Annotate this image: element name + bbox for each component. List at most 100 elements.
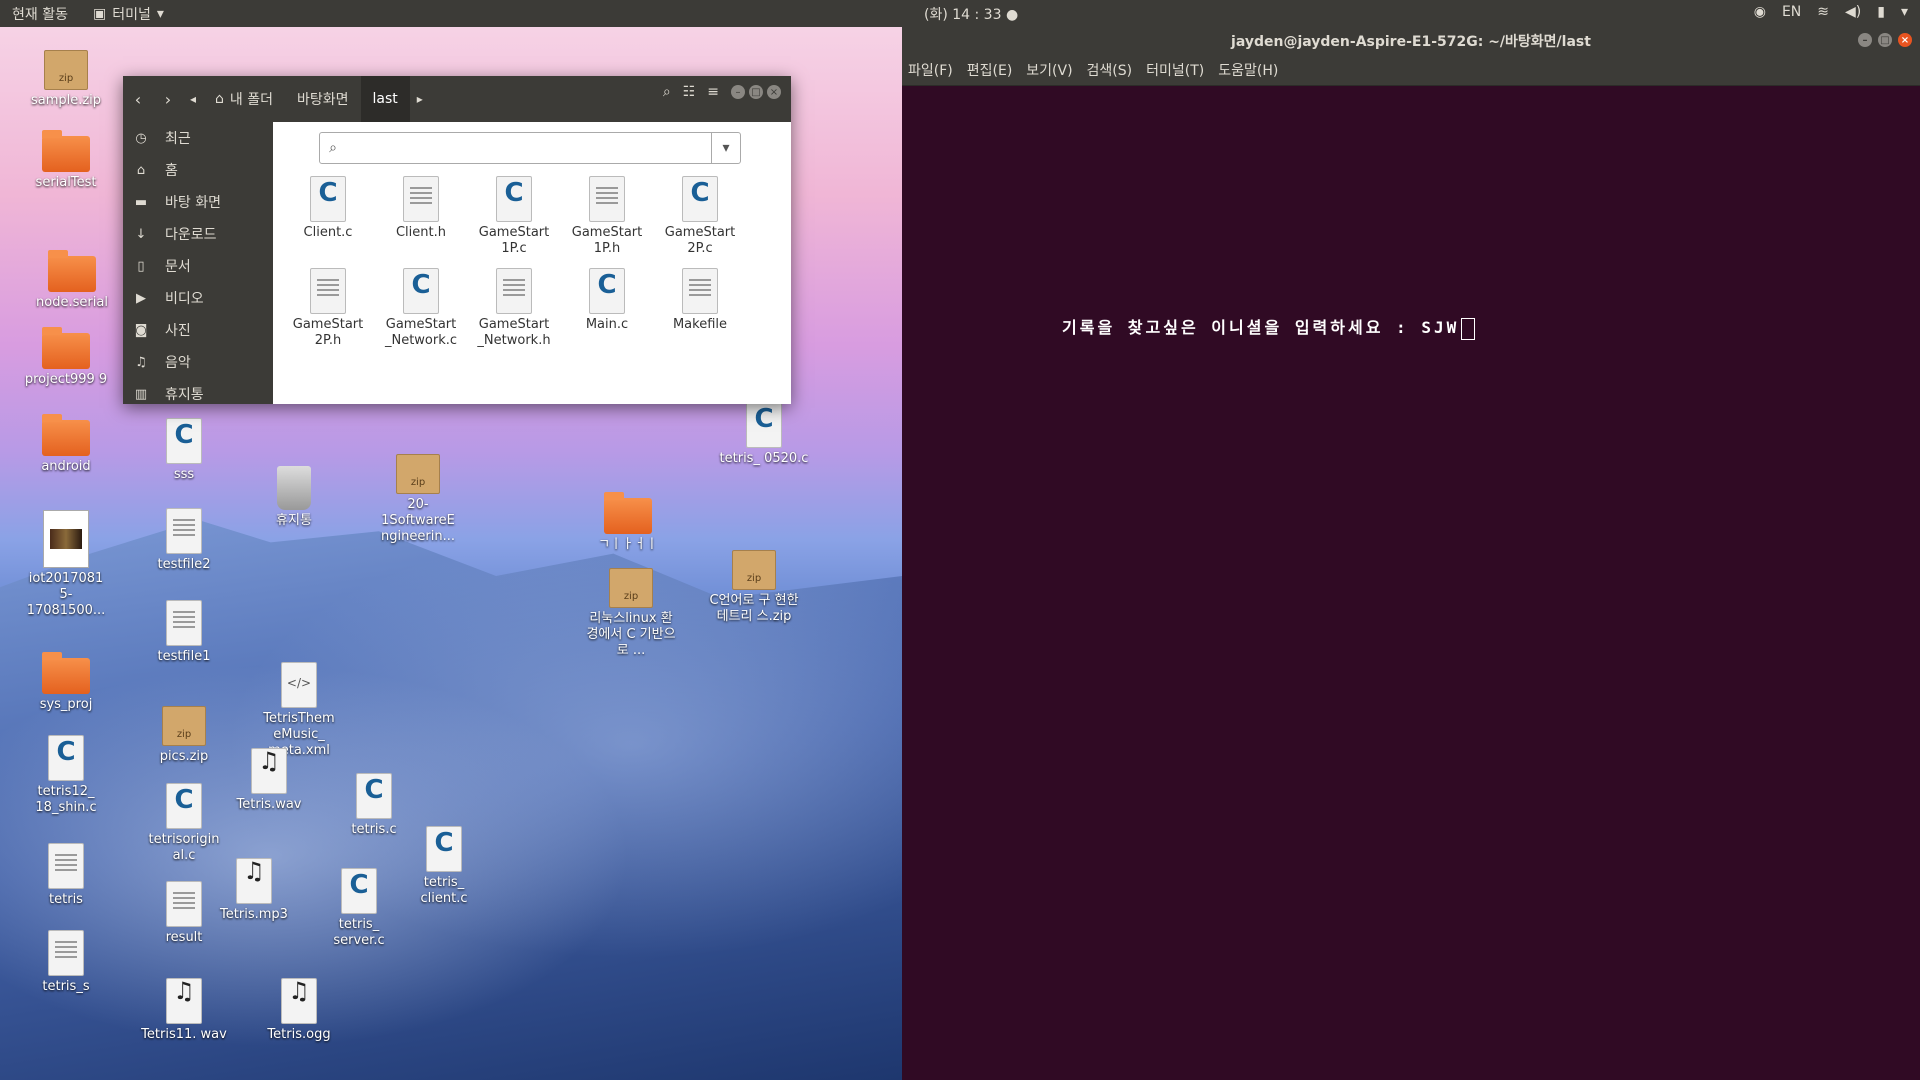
file-item-label: GameStart _Network.h (477, 317, 551, 348)
desktop-icon[interactable]: sample.zip (21, 42, 111, 109)
sidebar-item-desktop[interactable]: ▬ 바탕 화면 (123, 186, 273, 218)
desktop-icon[interactable]: android (21, 412, 111, 475)
sidebar-item-downloads[interactable]: ↓ 다운로드 (123, 218, 273, 250)
desktop-icon[interactable]: TetrisThem eMusic_ meta.xml (254, 662, 344, 759)
menu-help[interactable]: 도움말(H) (1218, 60, 1278, 80)
maximize-button[interactable]: □ (1878, 33, 1892, 47)
desktop-icon[interactable]: C언어로 구 현한 테트리 스.zip (709, 542, 799, 625)
file-item[interactable]: Client.h (376, 176, 466, 241)
file-item-label: Client.h (395, 225, 446, 240)
desktop-icon[interactable]: Tetris.wav (224, 748, 314, 813)
c-file-icon (682, 176, 718, 222)
desktop-icon[interactable]: 리눅스linux 환경에서 C 기반으로 ... (586, 560, 676, 659)
audio-icon (281, 978, 317, 1024)
view-toggle-icon[interactable]: ☷ (683, 84, 696, 100)
file-item[interactable]: GameStart _Network.c (376, 268, 466, 349)
desktop-icon[interactable]: 휴지통 (249, 466, 339, 529)
folder-icon (48, 250, 96, 292)
file-item[interactable]: GameStart 1P.h (562, 176, 652, 257)
desktop-icon[interactable]: tetris_ 0520.c (719, 402, 809, 467)
menu-search[interactable]: 검색(S) (1087, 60, 1133, 80)
minimize-button[interactable]: – (731, 85, 745, 99)
desktop-icon[interactable]: 20- 1SoftwareE ngineerin... (373, 446, 463, 545)
desktop-icon[interactable]: tetris_ server.c (314, 868, 404, 949)
path-left-arrow[interactable]: ◂ (183, 84, 203, 114)
desktop-icon[interactable]: tetris_s (21, 930, 111, 995)
file-item[interactable]: Makefile (655, 268, 745, 333)
sidebar-item-recent[interactable]: ◷ 최근 (123, 122, 273, 154)
file-item[interactable]: Main.c (562, 268, 652, 333)
desktop-icon-label: tetris_s (42, 979, 90, 994)
search-icon[interactable]: ⌕ (663, 84, 671, 100)
maximize-button[interactable]: □ (749, 85, 763, 99)
desktop-icon[interactable]: tetris12_ 18_shin.c (21, 735, 111, 816)
sidebar-label: 최근 (165, 131, 191, 147)
chevron-down-icon[interactable]: ▾ (1901, 4, 1908, 20)
breadcrumb-last[interactable]: last (360, 76, 410, 122)
desktop-icon[interactable]: project999 9 (21, 325, 111, 388)
desktop-icon[interactable]: tetris_ client.c (399, 826, 489, 907)
desktop-icon[interactable]: node.serial (27, 248, 117, 311)
desktop-icon[interactable]: Tetris.ogg (254, 978, 344, 1043)
music-icon: ♫ (135, 354, 147, 370)
desktop-icon-label: 20- 1SoftwareE ngineerin... (381, 497, 455, 544)
home-icon: ⌂ (215, 91, 224, 107)
close-button[interactable]: × (1898, 33, 1912, 47)
desktop-icon[interactable]: Tetris11. wav (139, 978, 229, 1043)
desktop-icon-label: iot2017081 5- 17081500... (26, 571, 106, 618)
close-button[interactable]: × (767, 85, 781, 99)
file-item[interactable]: GameStart 2P.h (283, 268, 373, 349)
menu-view[interactable]: 보기(V) (1026, 60, 1072, 80)
file-item[interactable]: GameStart 1P.c (469, 176, 559, 257)
wifi-icon[interactable]: ≋ (1817, 4, 1829, 20)
file-item[interactable]: Client.c (283, 176, 373, 241)
desktop-icon[interactable]: serialTest (21, 128, 111, 191)
desktop-icon[interactable]: tetris (21, 843, 111, 908)
file-item[interactable]: GameStart 2P.c (655, 176, 745, 257)
language-indicator[interactable]: EN (1782, 4, 1801, 20)
sidebar-item-music[interactable]: ♫ 음악 (123, 346, 273, 378)
minimize-button[interactable]: – (1858, 33, 1872, 47)
desktop-icon[interactable]: testfile1 (139, 600, 229, 665)
desktop-icon[interactable]: tetrisorigin al.c (139, 783, 229, 864)
menu-file[interactable]: 파일(F) (908, 60, 953, 80)
chevron-down-icon[interactable]: ▾ (711, 133, 740, 163)
terminal-output[interactable]: 기록을 찾고싶은 이니셜을 입력하세요 : SJW (902, 86, 1920, 1076)
breadcrumb-desktop[interactable]: 바탕화면 (285, 76, 361, 122)
desktop-icon[interactable]: pics.zip (139, 698, 229, 765)
file-item-label: GameStart 2P.h (292, 317, 364, 348)
sidebar-item-videos[interactable]: ▶ 비디오 (123, 282, 273, 314)
clock[interactable]: (화) 14 : 33 ● (924, 4, 1018, 24)
desktop-icon-label: 휴지통 (276, 513, 312, 528)
c-file-icon (403, 268, 439, 314)
sidebar-label: 다운로드 (165, 227, 217, 243)
sidebar-item-home[interactable]: ⌂ 홈 (123, 154, 273, 186)
cfile-icon (341, 868, 377, 914)
sidebar-item-pictures[interactable]: ◙ 사진 (123, 314, 273, 346)
breadcrumb-home[interactable]: ⌂ 내 폴더 (203, 76, 285, 122)
desktop-icon-label: Tetris.wav (236, 797, 302, 812)
menu-icon[interactable]: ≡ (707, 84, 719, 100)
desktop-icon[interactable]: testfile2 (139, 508, 229, 573)
volume-icon[interactable]: ◀) (1845, 4, 1861, 20)
desktop-icon[interactable]: ㄱㅣㅏㅓㅣ (583, 490, 673, 553)
file-item[interactable]: GameStart _Network.h (469, 268, 559, 349)
folder-icon (42, 130, 90, 172)
back-button[interactable]: ‹ (123, 84, 153, 114)
path-right-arrow[interactable]: ▸ (410, 84, 430, 114)
desktop-icon[interactable]: sss (139, 418, 229, 483)
desktop-icon[interactable]: iot2017081 5- 17081500... (21, 510, 111, 619)
menu-terminal[interactable]: 터미널(T) (1146, 60, 1204, 80)
sidebar-item-trash[interactable]: ▥ 휴지통 (123, 378, 273, 410)
desktop-icon[interactable]: sys_proj (21, 650, 111, 713)
activities-button[interactable]: 현재 활동 (12, 4, 68, 24)
sidebar-item-documents[interactable]: ▯ 문서 (123, 250, 273, 282)
battery-icon[interactable]: ▮ (1877, 4, 1885, 20)
desktop-icon[interactable]: Tetris.mp3 (209, 858, 299, 923)
obs-icon[interactable]: ◉ (1754, 4, 1766, 20)
forward-button[interactable]: › (153, 84, 183, 114)
zip-icon (162, 706, 206, 746)
menu-edit[interactable]: 편집(E) (967, 60, 1013, 80)
search-input[interactable]: ⌕ ▾ (319, 132, 741, 164)
app-menu[interactable]: ▣ 터미널 ▾ (93, 4, 164, 24)
